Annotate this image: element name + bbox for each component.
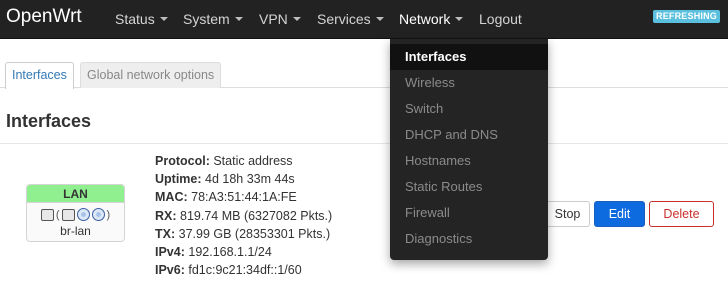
network-dropdown-menu: Interfaces Wireless Switch DHCP and DNS … <box>390 39 548 260</box>
menu-item-firewall[interactable]: Firewall <box>390 200 548 226</box>
status-row: TX: 37.99 GB (28353301 Pkts.) <box>155 225 332 243</box>
tab-interfaces[interactable]: Interfaces <box>5 62 74 89</box>
status-value: 819.74 MB (6327082 Pkts.) <box>180 208 333 223</box>
status-row: IPv6: fd1c:9c21:34df::1/60 <box>155 261 332 279</box>
status-label: Protocol: <box>155 154 210 168</box>
menu-item-diagnostics[interactable]: Diagnostics <box>390 226 548 252</box>
status-row: Protocol: Static address <box>155 152 332 170</box>
status-label: IPv6: <box>155 263 185 278</box>
nav-services-label: Services <box>317 11 371 27</box>
menu-item-hostnames[interactable]: Hostnames <box>390 148 548 174</box>
status-value: Static address <box>213 154 293 168</box>
status-label: MAC: <box>155 190 188 205</box>
section-title: Interfaces <box>6 111 92 131</box>
delete-button[interactable]: Delete <box>649 201 714 227</box>
status-row: Uptime: 4d 18h 33m 44s <box>155 170 332 188</box>
paren-open: ( <box>55 208 60 221</box>
status-label: TX: <box>155 226 176 241</box>
interface-device: br-lan <box>60 224 91 238</box>
caret-down-icon <box>455 17 464 22</box>
status-value: 4d 18h 33m 44s <box>205 172 295 187</box>
wireless-icon <box>91 208 105 221</box>
ethernet-port-icon <box>61 208 75 221</box>
interface-device-icons: ( ) <box>27 207 124 222</box>
nav-status-label: Status <box>115 11 155 27</box>
status-label: IPv4: <box>155 245 185 260</box>
status-row: IPv4: 192.168.1.1/24 <box>155 243 332 261</box>
caret-down-icon <box>234 17 243 22</box>
nav-services[interactable]: Services <box>317 11 384 27</box>
tab-global-network-options[interactable]: Global network options <box>80 62 222 88</box>
nav-vpn[interactable]: VPN <box>259 11 301 27</box>
divider <box>0 143 728 144</box>
top-navbar: OpenWrt Status System VPN Services Netwo… <box>0 0 728 39</box>
paren-close: ) <box>106 208 111 221</box>
wireless-icon <box>76 208 90 221</box>
menu-item-dhcp-dns[interactable]: DHCP and DNS <box>390 122 548 148</box>
nav-logout[interactable]: Logout <box>479 11 522 27</box>
status-value: 78:A3:51:44:1A:FE <box>191 190 297 205</box>
interface-badge: LAN ( ) br-lan <box>26 184 125 242</box>
stop-button[interactable]: Stop <box>545 201 590 227</box>
tab-bar: Interfaces Global network options <box>0 60 728 89</box>
status-row: MAC: 78:A3:51:44:1A:FE <box>155 188 332 206</box>
status-value: fd1c:9c21:34df::1/60 <box>188 263 302 278</box>
status-value: 192.168.1.1/24 <box>188 245 272 260</box>
ethernet-port-icon <box>40 208 54 221</box>
menu-item-switch[interactable]: Switch <box>390 96 548 122</box>
edit-button[interactable]: Edit <box>594 201 645 227</box>
caret-down-icon <box>159 17 168 22</box>
menu-item-static-routes[interactable]: Static Routes <box>390 174 548 200</box>
caret-down-icon <box>292 17 301 22</box>
menu-item-wireless[interactable]: Wireless <box>390 70 548 96</box>
status-label: Uptime: <box>155 172 202 187</box>
nav-system-label: System <box>183 11 230 27</box>
nav-logout-label: Logout <box>479 11 522 27</box>
menu-item-interfaces[interactable]: Interfaces <box>390 44 548 70</box>
nav-vpn-label: VPN <box>259 11 288 27</box>
brand-logo[interactable]: OpenWrt <box>6 6 82 28</box>
status-value: 37.99 GB (28353301 Pkts.) <box>178 226 331 241</box>
nav-status[interactable]: Status <box>115 11 168 27</box>
interface-status: Protocol: Static address Uptime: 4d 18h … <box>155 152 332 279</box>
nav-network-label: Network <box>399 11 451 27</box>
nav-system[interactable]: System <box>183 11 243 27</box>
refreshing-badge[interactable]: REFRESHING <box>653 10 721 23</box>
status-label: RX: <box>155 208 177 223</box>
caret-down-icon <box>375 17 384 22</box>
nav-network[interactable]: Network <box>399 11 464 27</box>
interface-name: LAN <box>27 185 124 203</box>
status-row: RX: 819.74 MB (6327082 Pkts.) <box>155 207 332 225</box>
